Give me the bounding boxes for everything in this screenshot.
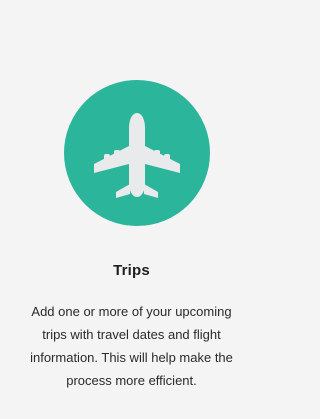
trips-icon-circle [64,80,210,226]
description-line: trips with travel dates and flight [42,327,221,342]
description-line: Add one or more of your upcoming [31,304,232,319]
trips-card: Trips Add one or more of your upcoming t… [0,0,263,419]
airplane-icon [94,113,180,198]
description-line: process more efficient. [66,373,197,388]
card-title: Trips [113,262,150,279]
card-description: Add one or more of your upcoming trips w… [0,300,263,392]
description-line: information. This will help make the [30,350,233,365]
